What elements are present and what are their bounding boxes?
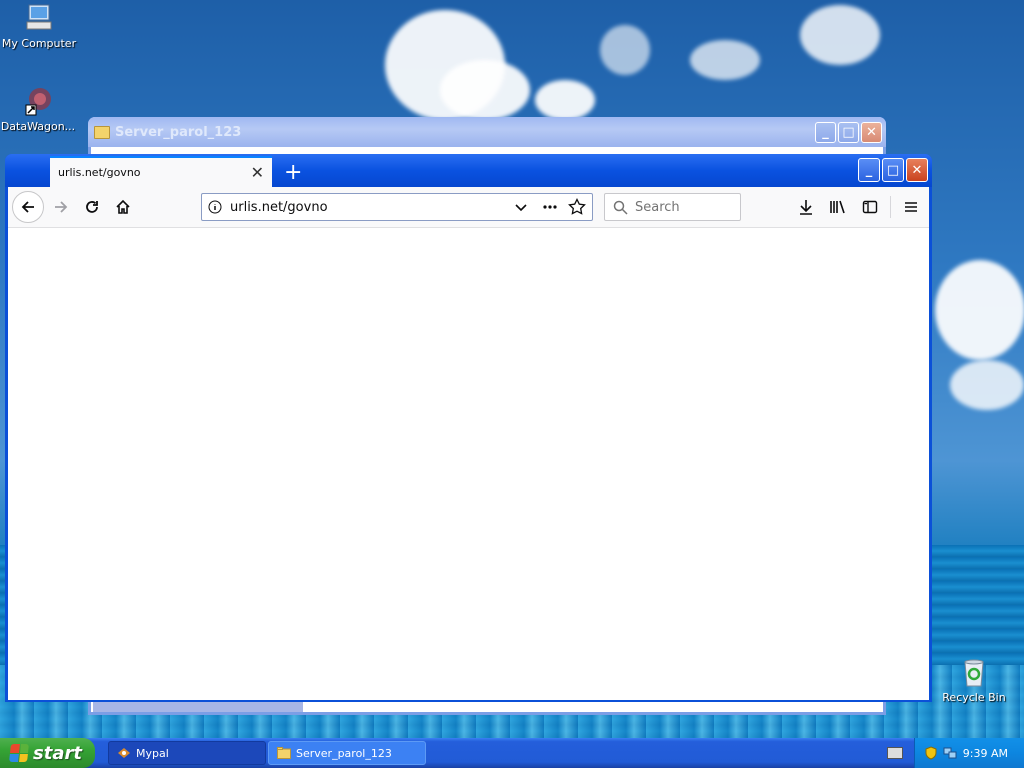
wallpaper-cloud	[600, 25, 650, 75]
new-tab-button[interactable]: +	[284, 162, 302, 184]
keyboard-layout-icon[interactable]	[887, 747, 903, 759]
taskbar: start Mypal Server_parol_123 9:39 AM	[0, 738, 1024, 768]
network-icon[interactable]	[943, 746, 957, 760]
reload-icon	[86, 201, 98, 213]
desktop-icon-label: DataWagon...	[0, 120, 76, 133]
url-bar[interactable]: urlis.net/govno	[201, 193, 593, 221]
downloads-button[interactable]	[794, 195, 818, 219]
desktop-icon-label: Recycle Bin	[942, 691, 1006, 704]
page-content[interactable]	[8, 228, 929, 700]
minimize-button[interactable]: _	[815, 121, 836, 143]
download-icon	[800, 200, 812, 215]
search-placeholder: Search	[635, 199, 680, 215]
arrow-right-icon	[55, 201, 68, 213]
home-icon	[116, 199, 130, 214]
wallpaper-cloud	[440, 60, 530, 120]
bookmark-star-icon[interactable]	[568, 198, 586, 216]
minimize-button[interactable]: _	[858, 158, 880, 182]
close-button[interactable]: ✕	[906, 158, 928, 182]
computer-icon	[23, 2, 55, 34]
system-tray: 9:39 AM	[914, 738, 1024, 768]
windows-logo-icon	[9, 744, 29, 762]
wallpaper-cloud	[950, 360, 1024, 410]
folder-icon	[277, 747, 291, 759]
folder-icon	[94, 125, 110, 139]
chevron-down-icon[interactable]	[514, 200, 528, 214]
horizontal-scrollbar[interactable]	[93, 702, 303, 712]
sidebar-icon	[862, 200, 878, 214]
search-bar[interactable]: Search	[604, 193, 741, 221]
arrow-left-icon	[21, 201, 34, 213]
desktop-icon-datawagon[interactable]: DataWagon...	[0, 85, 78, 133]
close-button[interactable]: ✕	[861, 121, 882, 143]
navigation-toolbar: urlis.net/govno Search	[8, 187, 929, 228]
taskbar-item-mypal[interactable]: Mypal	[108, 741, 266, 765]
taskbar-item-label: Mypal	[136, 746, 169, 760]
search-icon	[613, 200, 628, 215]
explorer-titlebar[interactable]: Server_parol_123 _ □ ✕	[88, 117, 886, 147]
forward-button[interactable]	[47, 193, 75, 221]
toolbar-separator	[890, 196, 891, 218]
tab-title: urlis.net/govno	[58, 166, 141, 179]
wallpaper-cloud	[535, 80, 595, 120]
tab-close-icon[interactable]: ✕	[251, 163, 264, 182]
wallpaper-cloud	[690, 40, 760, 80]
info-icon[interactable]	[208, 200, 222, 214]
page-actions-icon[interactable]	[542, 200, 558, 214]
desktop-icon-my-computer[interactable]: My Computer	[0, 2, 79, 50]
hamburger-menu-icon	[905, 202, 917, 212]
url-text[interactable]: urlis.net/govno	[230, 200, 504, 215]
taskbar-item-server-parol[interactable]: Server_parol_123	[268, 741, 426, 765]
maximize-button[interactable]: □	[838, 121, 859, 143]
library-button[interactable]	[826, 195, 850, 219]
start-label: start	[33, 742, 82, 764]
wallpaper-cloud	[935, 260, 1024, 360]
security-shield-icon[interactable]	[925, 746, 937, 760]
desktop-icon-recycle-bin[interactable]: Recycle Bin	[934, 656, 1014, 704]
sidebar-button[interactable]	[858, 195, 882, 219]
menu-button[interactable]	[899, 195, 923, 219]
browser-window[interactable]: urlis.net/govno ✕ + _ □ ✕ urlis.net/govn…	[5, 154, 932, 702]
library-icon	[830, 200, 845, 214]
clock[interactable]: 9:39 AM	[963, 747, 1008, 760]
datawagon-icon	[22, 85, 54, 117]
mypal-icon	[118, 748, 130, 758]
browser-titlebar[interactable]: urlis.net/govno ✕ + _ □ ✕	[5, 154, 932, 187]
explorer-title: Server_parol_123	[115, 124, 242, 140]
desktop-icon-label: My Computer	[1, 37, 77, 50]
back-button[interactable]	[12, 191, 44, 223]
maximize-button[interactable]: □	[882, 158, 904, 182]
browser-tab[interactable]: urlis.net/govno ✕	[50, 156, 272, 187]
home-button[interactable]	[109, 193, 137, 221]
wallpaper-cloud	[800, 5, 880, 65]
taskbar-item-label: Server_parol_123	[296, 746, 392, 760]
reload-button[interactable]	[78, 193, 106, 221]
recycle-bin-icon	[958, 656, 990, 688]
start-button[interactable]: start	[0, 738, 95, 768]
